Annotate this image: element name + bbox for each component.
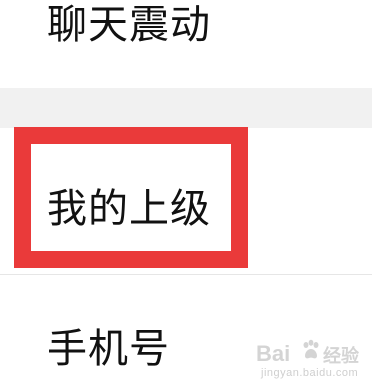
- section-divider: [0, 88, 372, 128]
- watermark-logo-text: Bai: [256, 341, 291, 366]
- chat-vibration-label: 聊天震动: [47, 2, 211, 48]
- settings-row-chat-vibration[interactable]: 聊天震动: [0, 0, 372, 88]
- baidu-jingyan-watermark: Bai 经验 jingyan.baidu.com: [256, 337, 366, 385]
- watermark-url: jingyan.baidu.com: [261, 367, 359, 379]
- my-superior-label: 我的上级: [47, 186, 211, 232]
- settings-screen: 聊天震动 我的上级 手机号 Bai 经验 jingyan.baidu.com: [0, 0, 372, 390]
- settings-row-my-superior[interactable]: 我的上级: [0, 128, 372, 273]
- watermark-site-text: 经验: [323, 346, 359, 367]
- baidu-paw-icon: [299, 338, 323, 362]
- phone-number-label: 手机号: [47, 326, 170, 372]
- baidu-paw-icon-graphic: [303, 339, 319, 359]
